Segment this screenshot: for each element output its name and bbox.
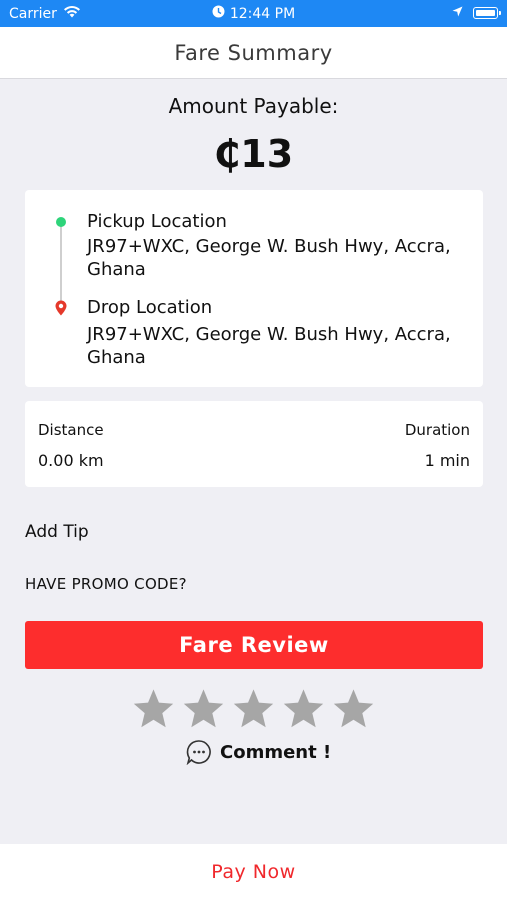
battery-icon [473, 7, 501, 19]
route-card: Pickup Location JR97+WXC, George W. Bush… [25, 190, 483, 387]
status-bar: Carrier 12:44 PM [0, 0, 507, 27]
route-connector-line [60, 226, 62, 302]
star-1-icon[interactable] [131, 686, 176, 732]
fare-review-button[interactable]: Fare Review [25, 621, 483, 669]
page-title: Fare Summary [174, 40, 333, 65]
promo-code-link[interactable]: HAVE PROMO CODE? [25, 575, 187, 593]
nav-bar: Fare Summary [0, 27, 507, 79]
trip-info-card: Distance 0.00 km Duration 1 min [25, 401, 483, 487]
pickup-address: JR97+WXC, George W. Bush Hwy, Accra, Gha… [87, 236, 451, 280]
clock-time: 12:44 PM [229, 5, 296, 22]
distance-value: 0.00 km [38, 451, 104, 470]
comment-button[interactable]: Comment ! [186, 739, 331, 765]
star-4-icon[interactable] [281, 686, 326, 732]
star-3-icon[interactable] [231, 686, 276, 732]
amount-payable-value: ₵13 [213, 132, 294, 176]
drop-pin-icon [55, 300, 67, 316]
footer-bar: Pay Now [0, 844, 507, 900]
pickup-dot-icon [56, 217, 66, 227]
drop-address: JR97+WXC, George W. Bush Hwy, Accra, Gha… [87, 324, 451, 368]
pickup-location-label: Pickup Location [87, 211, 227, 232]
rating-stars [131, 686, 376, 732]
duration-value: 1 min [424, 451, 470, 470]
drop-location-label: Drop Location [87, 297, 213, 318]
comment-label: Comment ! [220, 741, 332, 763]
chat-bubble-icon [186, 740, 211, 765]
amount-payable-label: Amount Payable: [168, 94, 339, 118]
distance-label: Distance [38, 421, 104, 439]
pay-now-button[interactable]: Pay Now [211, 861, 295, 883]
duration-label: Duration [404, 421, 470, 439]
add-tip-link[interactable]: Add Tip [25, 522, 89, 542]
alarm-icon [212, 5, 225, 22]
location-arrow-icon [452, 5, 463, 21]
star-5-icon[interactable] [331, 686, 376, 732]
star-2-icon[interactable] [181, 686, 226, 732]
